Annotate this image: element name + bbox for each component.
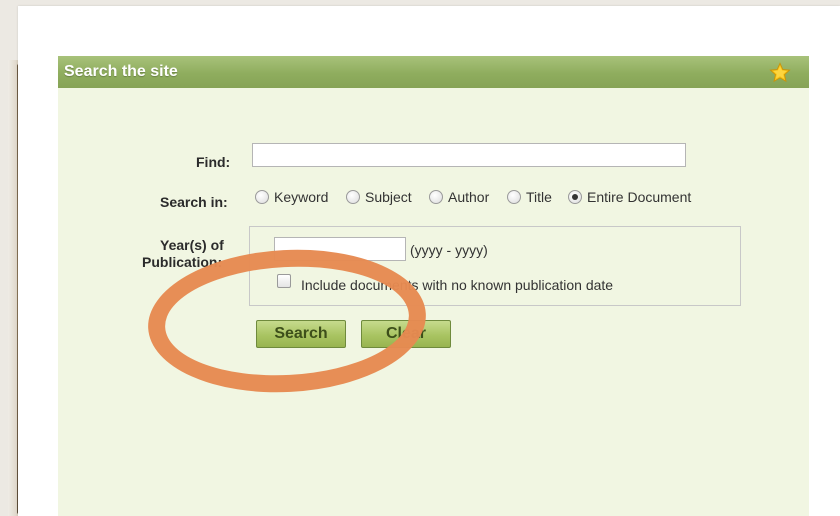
radio-author-label: Author bbox=[448, 189, 490, 205]
radio-subject[interactable]: Subject bbox=[346, 189, 412, 205]
radio-title[interactable]: Title bbox=[507, 189, 552, 205]
radio-circle-checked-icon[interactable] bbox=[568, 190, 582, 204]
year-label-line1: Year(s) of bbox=[160, 237, 224, 253]
radio-author[interactable]: Author bbox=[429, 189, 489, 205]
year-format-hint: (yyyy - yyyy) bbox=[410, 242, 488, 258]
find-label: Find: bbox=[196, 154, 231, 170]
radio-subject-label: Subject bbox=[365, 189, 412, 205]
panel-title: Search the site bbox=[64, 63, 178, 80]
radio-circle-icon[interactable] bbox=[346, 190, 360, 204]
search-in-label: Search in: bbox=[160, 194, 228, 210]
star-icon[interactable] bbox=[769, 62, 791, 84]
radio-circle-icon[interactable] bbox=[429, 190, 443, 204]
radio-keyword[interactable]: Keyword bbox=[255, 189, 328, 205]
radio-circle-icon[interactable] bbox=[507, 190, 521, 204]
radio-keyword-label: Keyword bbox=[274, 189, 329, 205]
radio-title-label: Title bbox=[526, 189, 552, 205]
page: Search the site Find: Search in: Keyword… bbox=[18, 6, 840, 516]
radio-entire-document[interactable]: Entire Document bbox=[568, 189, 691, 205]
radio-entire-document-label: Entire Document bbox=[587, 189, 692, 205]
radio-circle-icon[interactable] bbox=[255, 190, 269, 204]
find-input[interactable] bbox=[252, 143, 686, 167]
panel-header: Search the site bbox=[58, 56, 809, 88]
